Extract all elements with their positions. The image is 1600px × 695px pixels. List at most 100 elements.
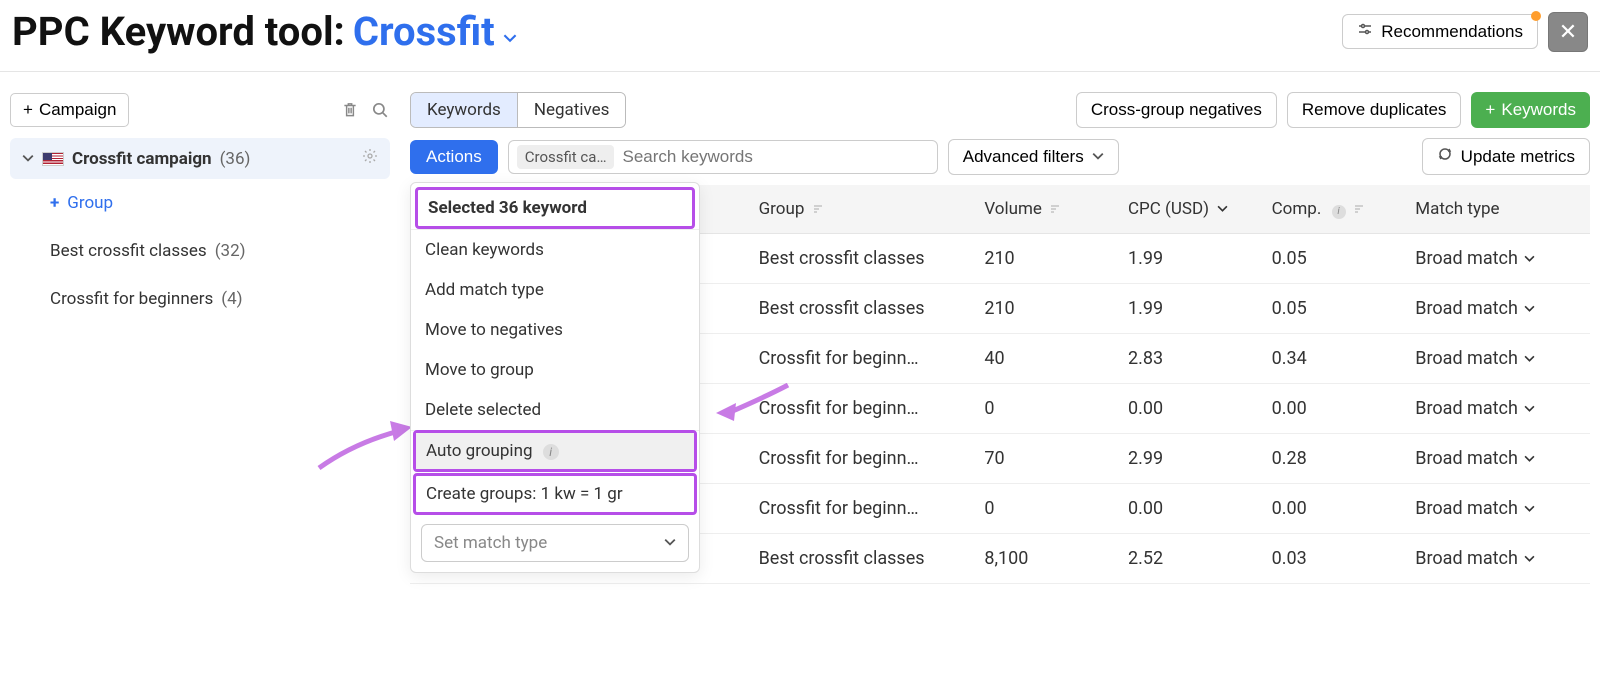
column-header-comp[interactable]: Comp. i [1262,185,1406,234]
dropdown-item-move-to-group[interactable]: Move to group [411,350,699,390]
set-match-type-label: Set match type [434,533,547,553]
comp-cell: 0.05 [1262,284,1406,334]
sidebar-campaign-row[interactable]: Crossfit campaign (36) [10,138,390,179]
dropdown-item-move-to-negatives[interactable]: Move to negatives [411,310,699,350]
group-cell: Best crossfit classes [759,298,925,319]
highlight-annotation: Selected 36 keyword [415,187,695,229]
cross-group-negatives-button[interactable]: Cross-group negatives [1076,92,1277,128]
volume-cell: 70 [974,434,1118,484]
search-keywords-input[interactable] [622,147,928,167]
update-metrics-button[interactable]: Update metrics [1422,138,1590,175]
remove-duplicates-button[interactable]: Remove duplicates [1287,92,1462,128]
sidebar-group-item[interactable]: Best crossfit classes (32) [10,227,390,275]
info-icon: i [1332,205,1346,219]
chevron-down-icon [1524,548,1535,569]
match-type-value: Broad match [1415,248,1518,269]
advanced-filters-button[interactable]: Advanced filters [948,139,1119,175]
recommendations-button[interactable]: Recommendations [1342,14,1538,49]
chevron-down-icon [503,8,517,55]
campaign-name: Crossfit campaign [72,149,212,169]
campaign-count: (36) [220,149,251,169]
chevron-down-icon [1524,498,1535,519]
dropdown-item-create-groups[interactable]: Create groups: 1 kw = 1 gr [416,476,694,512]
match-type-value: Broad match [1415,548,1518,569]
actions-dropdown: Selected 36 keyword Clean keywords Add m… [410,182,700,573]
plus-icon: + [1485,100,1495,120]
sidebar-group-item[interactable]: Crossfit for beginners (4) [10,275,390,323]
project-name: Crossfit [353,8,495,55]
match-type-select[interactable]: Broad match [1415,498,1580,519]
search-keywords-input-wrap[interactable]: Crossfit ca… [508,140,938,174]
match-type-value: Broad match [1415,398,1518,419]
chevron-down-icon [1092,147,1104,167]
group-cell: Crossfit for beginn… [759,348,919,369]
filter-chip[interactable]: Crossfit ca… [517,145,615,169]
dropdown-item-clean-keywords[interactable]: Clean keywords [411,230,699,270]
gear-icon[interactable] [362,148,378,169]
column-header-cpc[interactable]: CPC (USD) [1118,185,1262,234]
add-group-button[interactable]: + Group [10,179,390,227]
search-icon[interactable] [370,100,390,120]
match-type-select[interactable]: Broad match [1415,348,1580,369]
trash-icon[interactable] [340,100,360,120]
dropdown-item-delete-selected[interactable]: Delete selected [411,390,699,430]
header-actions: Recommendations ✕ [1342,12,1588,52]
group-name: Crossfit for beginners [50,289,213,309]
cpc-cell: 0.00 [1118,384,1262,434]
tab-group: Keywords Negatives [410,92,626,128]
column-header-volume[interactable]: Volume [974,185,1118,234]
group-count: (4) [221,289,242,309]
main-area: Crossfit campaign (36) + Group Best cros… [0,132,1600,590]
match-type-select[interactable]: Broad match [1415,298,1580,319]
match-type-select[interactable]: Broad match [1415,398,1580,419]
cpc-cell: 0.00 [1118,484,1262,534]
right-toolbar: Keywords Negatives Cross-group negatives… [410,92,1590,128]
info-icon: i [543,444,559,460]
annotation-arrow [314,413,424,487]
match-type-value: Broad match [1415,498,1518,519]
comp-cell: 0.03 [1262,534,1406,584]
sort-icon [1354,203,1364,218]
chevron-down-icon [1524,248,1535,269]
us-flag-icon [42,152,64,166]
top-buttons: Cross-group negatives Remove duplicates … [1076,92,1590,128]
group-cell: Best crossfit classes [759,248,925,269]
right-panel: Actions Crossfit ca… Advanced filters Up… [410,138,1590,584]
comp-cell: 0.00 [1262,384,1406,434]
page-title: PPC Keyword tool: [12,8,345,55]
update-metrics-label: Update metrics [1461,147,1575,167]
chevron-down-icon [1524,448,1535,469]
add-keywords-button[interactable]: + Keywords [1471,92,1590,128]
match-type-select[interactable]: Broad match [1415,448,1580,469]
toolbar-row: + Campaign Keywords Negatives Cross-grou… [0,72,1600,132]
actions-button[interactable]: Actions [410,140,498,174]
close-button[interactable]: ✕ [1548,12,1588,52]
comp-cell: 0.28 [1262,434,1406,484]
dropdown-item-add-match-type[interactable]: Add match type [411,270,699,310]
match-type-select[interactable]: Broad match [1415,248,1580,269]
set-match-type-select[interactable]: Set match type [421,524,689,562]
cpc-cell: 2.52 [1118,534,1262,584]
dropdown-item-auto-grouping[interactable]: Auto grouping i [416,433,694,469]
plus-icon: + [23,100,33,120]
project-selector[interactable]: Crossfit [353,8,517,55]
highlight-annotation: Auto grouping i [413,430,697,472]
chevron-down-icon [664,533,676,553]
cpc-cell: 1.99 [1118,284,1262,334]
add-group-label: Group [67,193,113,213]
annotation-arrow [708,383,808,447]
column-header-match-type[interactable]: Match type [1405,185,1590,234]
volume-cell: 0 [974,384,1118,434]
advanced-filters-label: Advanced filters [963,147,1084,167]
volume-cell: 0 [974,484,1118,534]
volume-cell: 210 [974,234,1118,284]
chevron-down-icon [1524,298,1535,319]
tab-keywords[interactable]: Keywords [411,93,518,127]
refresh-icon [1437,146,1453,167]
match-type-select[interactable]: Broad match [1415,548,1580,569]
group-count: (32) [215,241,246,261]
tab-negatives[interactable]: Negatives [518,93,626,127]
column-header-group[interactable]: Group [749,185,975,234]
chevron-down-icon [1217,199,1228,219]
add-campaign-button[interactable]: + Campaign [10,93,129,127]
